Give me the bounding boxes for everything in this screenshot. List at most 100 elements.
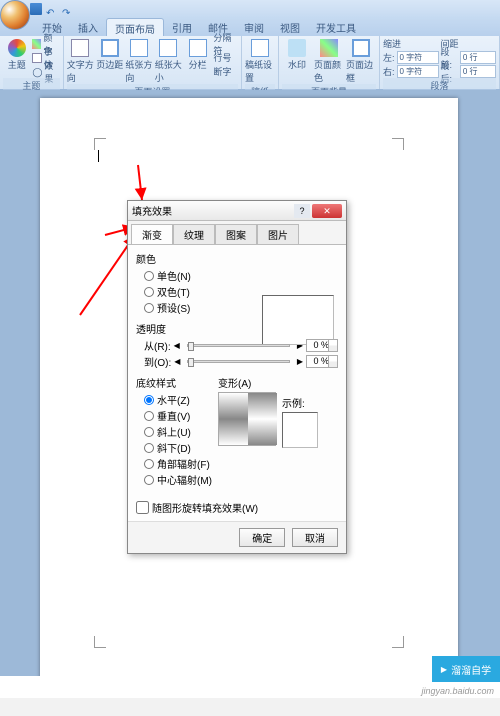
colors-icon xyxy=(32,39,41,49)
watermark-button[interactable]: 水印 xyxy=(282,37,312,71)
tab-pattern[interactable]: 图案 xyxy=(215,224,257,244)
shade-center-radio[interactable] xyxy=(144,475,154,485)
page-color-icon xyxy=(320,39,338,57)
color-two-radio[interactable] xyxy=(144,287,154,297)
sample-label: 示例: xyxy=(282,395,318,410)
indent-header: 缩进 xyxy=(383,37,439,50)
shade-vertical-radio[interactable] xyxy=(144,411,154,421)
theme-effects[interactable]: ◯效果 xyxy=(32,65,59,78)
trans-from-label: 从(R): xyxy=(144,338,171,353)
line-numbers-option[interactable]: 行号 xyxy=(213,51,238,64)
themes-icon xyxy=(8,39,26,57)
color-preset-radio[interactable] xyxy=(144,303,154,313)
tab-picture[interactable]: 图片 xyxy=(257,224,299,244)
shade-diagdown-radio[interactable] xyxy=(144,443,154,453)
text-cursor xyxy=(98,150,99,162)
tab-texture[interactable]: 纹理 xyxy=(173,224,215,244)
color-one-label: 单色(N) xyxy=(157,268,191,283)
text-direction-label: 文字方向 xyxy=(67,58,94,84)
page-color-button[interactable]: 页面颜色 xyxy=(314,37,344,84)
slider-thumb[interactable] xyxy=(188,342,194,351)
crop-mark xyxy=(392,138,404,150)
dialog-titlebar[interactable]: 填充效果 ? ✕ xyxy=(128,201,346,221)
cancel-button[interactable]: 取消 xyxy=(292,528,338,547)
save-icon[interactable] xyxy=(30,3,42,15)
office-button[interactable] xyxy=(0,0,30,30)
group-paragraph: 缩进 左:0 字符 右:0 字符 间距 段前:0 行 段后:0 行 段落 xyxy=(380,36,500,89)
slider-right-icon[interactable]: ▶ xyxy=(297,357,303,366)
color-one-radio[interactable] xyxy=(144,271,154,281)
fonts-icon xyxy=(32,53,41,63)
close-button[interactable]: ✕ xyxy=(312,204,342,218)
orientation-button[interactable]: 纸张方向 xyxy=(125,37,152,84)
dialog-tabs: 渐变 纹理 图案 图片 xyxy=(128,221,346,245)
variant-grid[interactable] xyxy=(218,392,276,446)
trans-to-label: 到(O): xyxy=(144,354,171,369)
crop-mark xyxy=(94,138,106,150)
margins-button[interactable]: 页边距 xyxy=(96,37,123,71)
paper-label: 稿纸设置 xyxy=(245,58,275,84)
trans-from-value[interactable]: 0 % xyxy=(306,339,338,352)
trans-to-slider[interactable] xyxy=(187,360,289,363)
margins-icon xyxy=(101,39,119,57)
size-button[interactable]: 纸张大小 xyxy=(155,37,182,84)
ribbon: 主题 颜色 字体 ◯效果 主题 文字方向 页边距 纸张方向 纸张大小 分栏 分隔… xyxy=(0,36,500,90)
gradient-preview xyxy=(262,295,334,345)
columns-button[interactable]: 分栏 xyxy=(184,37,211,71)
watermark-icon xyxy=(288,39,306,57)
tab-developer[interactable]: 开发工具 xyxy=(308,18,364,36)
page-borders-button[interactable]: 页面边框 xyxy=(346,37,376,84)
watermark-label: 水印 xyxy=(288,58,306,71)
paper-settings-button[interactable]: 稿纸设置 xyxy=(245,37,275,84)
shade-horizontal-radio[interactable] xyxy=(144,395,154,405)
shade-corner-radio[interactable] xyxy=(144,459,154,469)
redo-icon[interactable] xyxy=(62,3,74,15)
shade-center-label: 中心辐射(M) xyxy=(157,472,212,487)
ribbon-tabs: 开始 插入 页面布局 引用 邮件 审阅 视图 开发工具 xyxy=(0,18,500,36)
tab-references[interactable]: 引用 xyxy=(164,18,200,36)
indent-right-spinner[interactable]: 0 字符 xyxy=(397,65,439,78)
space-after-spinner[interactable]: 0 行 xyxy=(460,65,496,78)
ok-button[interactable]: 确定 xyxy=(239,528,285,547)
color-two-label: 双色(T) xyxy=(157,284,190,299)
brand-text: 溜溜自学 xyxy=(451,662,491,677)
trans-to-value[interactable]: 0 % xyxy=(306,355,338,368)
shade-style-label: 底纹样式 xyxy=(136,375,212,390)
shade-du-label: 斜上(U) xyxy=(157,424,191,439)
hyphen-label: 断字 xyxy=(213,65,231,78)
help-button[interactable]: ? xyxy=(294,204,310,218)
group-themes: 主题 颜色 字体 ◯效果 主题 xyxy=(0,36,64,89)
columns-icon xyxy=(189,39,207,57)
group-page-setup: 文字方向 页边距 纸张方向 纸张大小 分栏 分隔符 行号 断字 页面设置 xyxy=(64,36,242,89)
indent-header-label: 缩进 xyxy=(383,37,401,50)
undo-icon[interactable] xyxy=(46,3,58,15)
slider-left-icon[interactable]: ◀ xyxy=(174,341,180,350)
breaks-option[interactable]: 分隔符 xyxy=(213,37,238,50)
indent-right-label: 右: xyxy=(383,65,395,78)
tab-view[interactable]: 视图 xyxy=(272,18,308,36)
colors-label: 颜色 xyxy=(136,251,338,266)
hyphenation-option[interactable]: 断字 xyxy=(213,65,238,78)
dialog-title: 填充效果 xyxy=(132,203,294,218)
title-bar xyxy=(0,0,500,18)
space-before-spinner[interactable]: 0 行 xyxy=(460,51,496,64)
shade-diagup-radio[interactable] xyxy=(144,427,154,437)
page-borders-label: 页面边框 xyxy=(346,58,376,84)
text-direction-button[interactable]: 文字方向 xyxy=(67,37,94,84)
tab-gradient[interactable]: 渐变 xyxy=(131,224,173,244)
source-watermark: jingyan.baidu.com xyxy=(421,686,494,696)
slider-thumb[interactable] xyxy=(188,358,194,367)
indent-left-spinner[interactable]: 0 字符 xyxy=(397,51,439,64)
color-preset-label: 预设(S) xyxy=(157,300,190,315)
orientation-icon xyxy=(130,39,148,57)
trans-from-slider[interactable] xyxy=(187,344,290,347)
tab-insert[interactable]: 插入 xyxy=(70,18,106,36)
page-color-label: 页面颜色 xyxy=(314,58,344,84)
rotate-chk-label: 随图形旋转填充效果(W) xyxy=(152,500,258,515)
rotate-with-shape-checkbox[interactable] xyxy=(136,501,149,514)
slider-left-icon[interactable]: ◀ xyxy=(174,357,180,366)
themes-button[interactable]: 主题 xyxy=(3,37,30,71)
tab-review[interactable]: 审阅 xyxy=(236,18,272,36)
dialog-buttons: 确定 取消 xyxy=(128,521,346,553)
tab-page-layout[interactable]: 页面布局 xyxy=(106,18,164,36)
